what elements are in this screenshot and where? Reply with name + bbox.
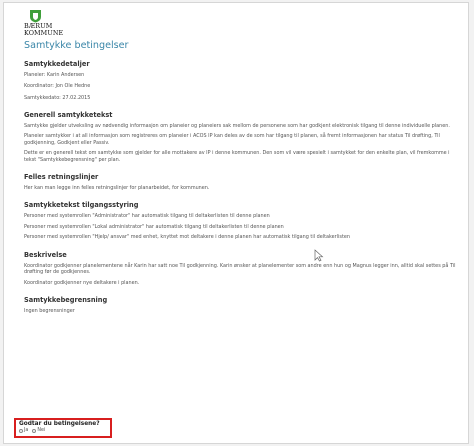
- crest-icon: [30, 10, 41, 23]
- access-heading: Samtykketekst tilgangsstyring: [24, 201, 139, 210]
- general-paragraph: Planeier samtykker i at all informasjon …: [24, 133, 440, 146]
- description-paragraph: Koordinator godkjenner planelementene nå…: [24, 262, 456, 276]
- limits-heading: Samtykkebegrensning: [24, 295, 108, 304]
- access-section: Samtykketekst tilgangsstyring Personer m…: [24, 201, 456, 240]
- common-paragraph: Her kan man legge inn felles retningslin…: [24, 185, 210, 192]
- description-heading: Beskrivelse: [24, 250, 67, 259]
- coordinator-text: Koordinator: Jon Ole Hedne: [24, 83, 91, 90]
- consent-yes-option[interactable]: Ja: [19, 428, 28, 434]
- access-paragraph: Personer med systemrollen "Hjelp/ ansvar…: [24, 234, 350, 241]
- details-section: Samtykkedetaljer Planeier: Karin Anderse…: [24, 60, 456, 101]
- general-section: Generell samtykketekst Samtykke gjelder …: [24, 111, 456, 163]
- access-paragraph: Personer med systemrollen "Administrator…: [24, 213, 270, 220]
- consent-terms-page: BÆRUM KOMMUNE Samtykke betingelser Samty…: [3, 2, 469, 444]
- description-paragraph: Koordinator godkjenner nye deltakere i p…: [24, 279, 140, 286]
- limits-paragraph: Ingen begrensninger: [24, 307, 75, 314]
- general-heading: Generell samtykketekst: [24, 111, 113, 120]
- limits-section: Samtykkebegrensning Ingen begrensninger: [24, 296, 456, 314]
- mouse-cursor-icon: [314, 249, 324, 262]
- general-paragraph: Dette er en generell tekst om samtykke s…: [24, 150, 450, 163]
- brand-line-2: KOMMUNE: [24, 29, 64, 38]
- yes-label: Ja: [24, 428, 29, 433]
- common-guidelines-section: Felles retningslinjer Her kan man legge …: [24, 173, 456, 191]
- consent-question: Godtar du betingelsene?: [19, 421, 100, 427]
- consent-no-option[interactable]: Nei: [32, 428, 45, 434]
- yes-radio[interactable]: [19, 429, 23, 433]
- page-title: Samtykke betingelser: [24, 39, 129, 51]
- municipality-logo: BÆRUM KOMMUNE: [24, 9, 460, 38]
- consent-date-text: Samtykkedato: 27.02.2015: [24, 94, 91, 101]
- access-paragraph: Personer med systemrollen "Lokal adminis…: [24, 223, 284, 230]
- no-radio[interactable]: [32, 429, 37, 433]
- consent-options: Ja Nei: [19, 428, 107, 434]
- description-section: Beskrivelse Koordinator godkjenner plane…: [24, 251, 456, 286]
- common-heading: Felles retningslinjer: [24, 173, 99, 182]
- general-paragraph: Samtykke gjelder utveksling av nødvendig…: [24, 123, 450, 130]
- no-label: Nei: [37, 428, 46, 433]
- details-heading: Samtykkedetaljer: [24, 59, 90, 68]
- planner-text: Planeier: Karin Andersen: [24, 71, 85, 78]
- consent-question-box: Godtar du betingelsene? Ja Nei: [14, 418, 112, 438]
